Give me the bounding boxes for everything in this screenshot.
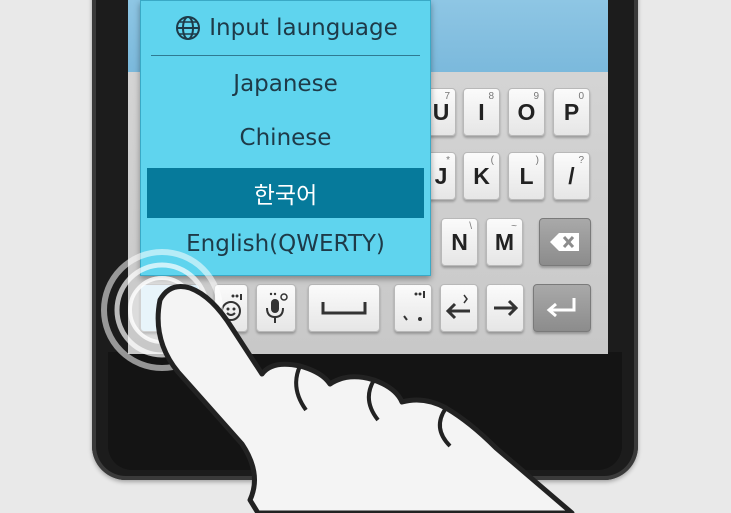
hand-icon [155, 284, 575, 513]
touch-gesture-illustration [101, 249, 575, 513]
